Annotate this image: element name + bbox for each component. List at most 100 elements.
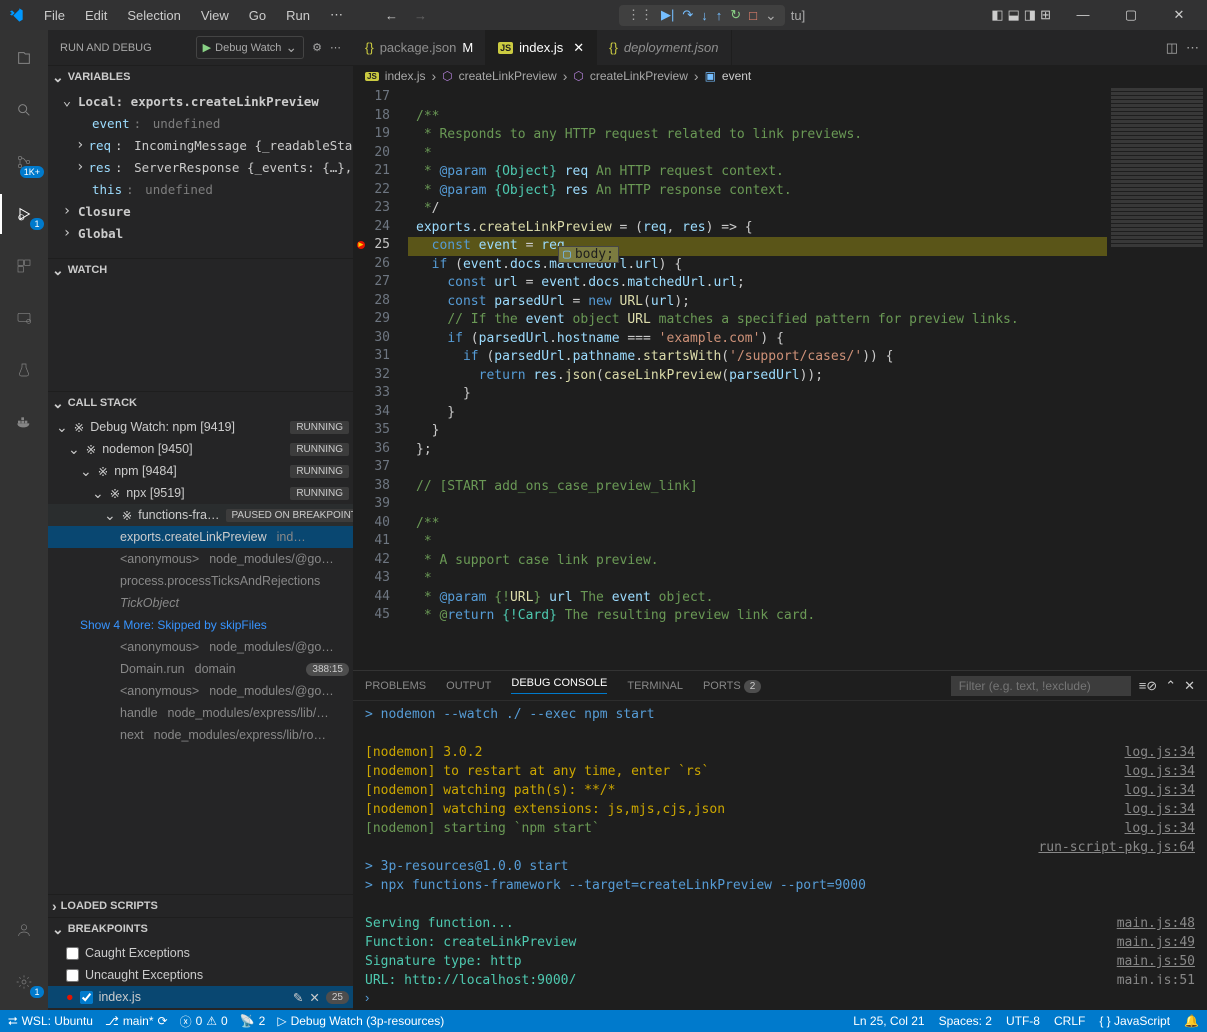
section-breakpoints[interactable]: BREAKPOINTS bbox=[48, 918, 353, 940]
activity-search-icon[interactable] bbox=[0, 90, 48, 130]
stack-frame[interactable]: <anonymous> node_modules/@go… bbox=[48, 636, 353, 658]
minimap[interactable] bbox=[1107, 87, 1207, 670]
status-eol[interactable]: CRLF bbox=[1054, 1014, 1085, 1028]
panel-tab-output[interactable]: OUTPUT bbox=[446, 680, 491, 692]
bp-uncaught[interactable]: Uncaught Exceptions bbox=[48, 964, 353, 986]
status-ports[interactable]: 📡2 bbox=[240, 1014, 266, 1028]
stack-frame[interactable]: next node_modules/express/lib/ro… bbox=[48, 724, 353, 746]
play-icon[interactable]: ▶ bbox=[203, 41, 211, 54]
panel-tab-debug-console[interactable]: DEBUG CONSOLE bbox=[511, 677, 607, 694]
close-icon[interactable]: ✕ bbox=[1184, 678, 1195, 694]
thread-row[interactable]: ※ npm [9484] RUNNING bbox=[48, 460, 353, 482]
debug-step-into-icon[interactable]: ↓ bbox=[701, 8, 708, 23]
thread-row[interactable]: ※ npx [9519] RUNNING bbox=[48, 482, 353, 504]
status-problems[interactable]: ⓧ0 ⚠0 bbox=[180, 1013, 228, 1030]
clear-icon[interactable]: ≡⊘ bbox=[1139, 678, 1157, 694]
debug-continue-icon[interactable]: ▶| bbox=[661, 7, 674, 23]
menu-file[interactable]: File bbox=[36, 4, 73, 27]
debug-stop-icon[interactable]: □ bbox=[749, 8, 757, 23]
close-icon[interactable]: ✕ bbox=[309, 990, 319, 1005]
panel-tab-terminal[interactable]: TERMINAL bbox=[627, 680, 683, 692]
debug-restart-icon[interactable]: ↻ bbox=[730, 7, 741, 23]
section-callstack[interactable]: CALL STACK bbox=[48, 392, 353, 414]
bp-caught[interactable]: Caught Exceptions bbox=[48, 942, 353, 964]
nav-back-icon[interactable]: ← bbox=[379, 8, 404, 23]
section-loaded-scripts[interactable]: LOADED SCRIPTS bbox=[48, 895, 353, 917]
activity-account-icon[interactable] bbox=[0, 910, 48, 950]
menu-selection[interactable]: Selection bbox=[119, 4, 188, 27]
checkbox[interactable] bbox=[66, 947, 79, 960]
debug-step-over-icon[interactable]: ↷ bbox=[682, 7, 693, 23]
code-editor[interactable]: 1718192021222324 25 26272829303132333435… bbox=[353, 87, 1207, 670]
tab-deployment-json[interactable]: {} deployment.json bbox=[597, 30, 731, 65]
skip-files-link[interactable]: Show 4 More: Skipped by skipFiles bbox=[48, 614, 353, 636]
window-close-icon[interactable]: ✕ bbox=[1159, 3, 1199, 27]
activity-explorer-icon[interactable] bbox=[0, 38, 48, 78]
window-maximize-icon[interactable]: ▢ bbox=[1111, 3, 1151, 27]
status-encoding[interactable]: UTF-8 bbox=[1006, 1014, 1040, 1028]
stack-frame[interactable]: <anonymous> node_modules/@go… bbox=[48, 548, 353, 570]
tab-index-js[interactable]: JS index.js ✕ bbox=[486, 30, 597, 65]
stack-frame[interactable]: handle node_modules/express/lib/… bbox=[48, 702, 353, 724]
checkbox[interactable] bbox=[66, 969, 79, 982]
stack-frame[interactable]: Domain.run domain 388:15 bbox=[48, 658, 353, 680]
stack-frame[interactable]: exports.createLinkPreview ind… bbox=[48, 526, 353, 548]
gutter[interactable]: 1718192021222324 25 26272829303132333435… bbox=[353, 87, 408, 670]
stack-frame[interactable]: TickObject bbox=[48, 592, 353, 614]
window-minimize-icon[interactable]: — bbox=[1063, 3, 1103, 27]
scope-closure[interactable]: Closure bbox=[48, 200, 353, 222]
inline-suggest[interactable]: ▢ body; bbox=[558, 246, 619, 263]
layout-left-icon[interactable]: ◧ bbox=[991, 7, 1003, 23]
more-icon[interactable]: ⋯ bbox=[330, 41, 341, 54]
activity-extensions-icon[interactable] bbox=[0, 246, 48, 286]
scope-local[interactable]: Local: exports.createLinkPreview bbox=[48, 90, 353, 112]
menu-edit[interactable]: Edit bbox=[77, 4, 115, 27]
var-res[interactable]: res: ServerResponse {_events: {…}, _e… bbox=[48, 156, 353, 178]
status-notifications-icon[interactable]: 🔔 bbox=[1184, 1014, 1199, 1028]
edit-icon[interactable]: ✎ bbox=[293, 990, 303, 1005]
thread-row[interactable]: ※ functions-fra… PAUSED ON BREAKPOINT bbox=[48, 504, 353, 526]
split-editor-icon[interactable]: ◫ bbox=[1166, 40, 1178, 56]
var-event[interactable]: event: undefined bbox=[48, 112, 353, 134]
sync-icon[interactable]: ⟳ bbox=[158, 1014, 168, 1028]
menu-more-icon[interactable]: ⋯ bbox=[322, 3, 351, 27]
menu-view[interactable]: View bbox=[193, 4, 237, 27]
menu-go[interactable]: Go bbox=[241, 4, 274, 27]
close-icon[interactable]: ✕ bbox=[573, 40, 584, 56]
more-icon[interactable]: ⋯ bbox=[1186, 40, 1199, 56]
debug-console-output[interactable]: > nodemon --watch ./ --exec npm start [n… bbox=[353, 701, 1207, 984]
section-variables[interactable]: VARIABLES bbox=[48, 66, 353, 88]
status-spaces[interactable]: Spaces: 2 bbox=[939, 1014, 992, 1028]
debug-config-selector[interactable]: ▶ Debug Watch bbox=[196, 36, 304, 59]
status-remote[interactable]: ⮂ WSL: Ubuntu bbox=[8, 1014, 93, 1029]
panel-tab-ports[interactable]: PORTS 2 bbox=[703, 680, 761, 692]
activity-settings-icon[interactable]: 1 bbox=[0, 962, 48, 1002]
stack-frame[interactable]: process.processTicksAndRejections bbox=[48, 570, 353, 592]
section-watch[interactable]: WATCH bbox=[48, 259, 353, 281]
layout-custom-icon[interactable]: ⊞ bbox=[1040, 7, 1051, 23]
debug-drag-icon[interactable]: ⋮⋮ bbox=[627, 7, 653, 23]
var-req[interactable]: req: IncomingMessage {_readableState:… bbox=[48, 134, 353, 156]
status-debug[interactable]: ▷ Debug Watch (3p-resources) bbox=[277, 1014, 444, 1028]
thread-row[interactable]: ※ Debug Watch: npm [9419] RUNNING bbox=[48, 416, 353, 438]
tab-package-json[interactable]: {} package.json M bbox=[353, 30, 486, 65]
stack-frame[interactable]: <anonymous> node_modules/@go… bbox=[48, 680, 353, 702]
activity-docker-icon[interactable] bbox=[0, 402, 48, 442]
thread-row[interactable]: ※ nodemon [9450] RUNNING bbox=[48, 438, 353, 460]
status-ln-col[interactable]: Ln 25, Col 21 bbox=[853, 1014, 924, 1028]
chevron-down-icon[interactable] bbox=[285, 39, 297, 56]
checkbox[interactable] bbox=[80, 991, 93, 1004]
layout-right-icon[interactable]: ◨ bbox=[1024, 7, 1036, 23]
debug-console-input[interactable]: › bbox=[353, 984, 1207, 1010]
scope-global[interactable]: Global bbox=[48, 222, 353, 244]
activity-remote-icon[interactable] bbox=[0, 298, 48, 338]
activity-testing-icon[interactable] bbox=[0, 350, 48, 390]
bp-file[interactable]: ● index.js ✎ ✕ 25 bbox=[48, 986, 353, 1008]
filter-input[interactable] bbox=[951, 676, 1131, 696]
breadcrumb[interactable]: JS index.js ⬡ createLinkPreview ⬡ create… bbox=[353, 65, 1207, 87]
menu-run[interactable]: Run bbox=[278, 4, 318, 27]
nav-fwd-icon[interactable]: → bbox=[408, 8, 433, 23]
activity-scm-icon[interactable]: 1K+ bbox=[0, 142, 48, 182]
debug-step-out-icon[interactable]: ↑ bbox=[716, 8, 723, 23]
var-this[interactable]: this: undefined bbox=[48, 178, 353, 200]
